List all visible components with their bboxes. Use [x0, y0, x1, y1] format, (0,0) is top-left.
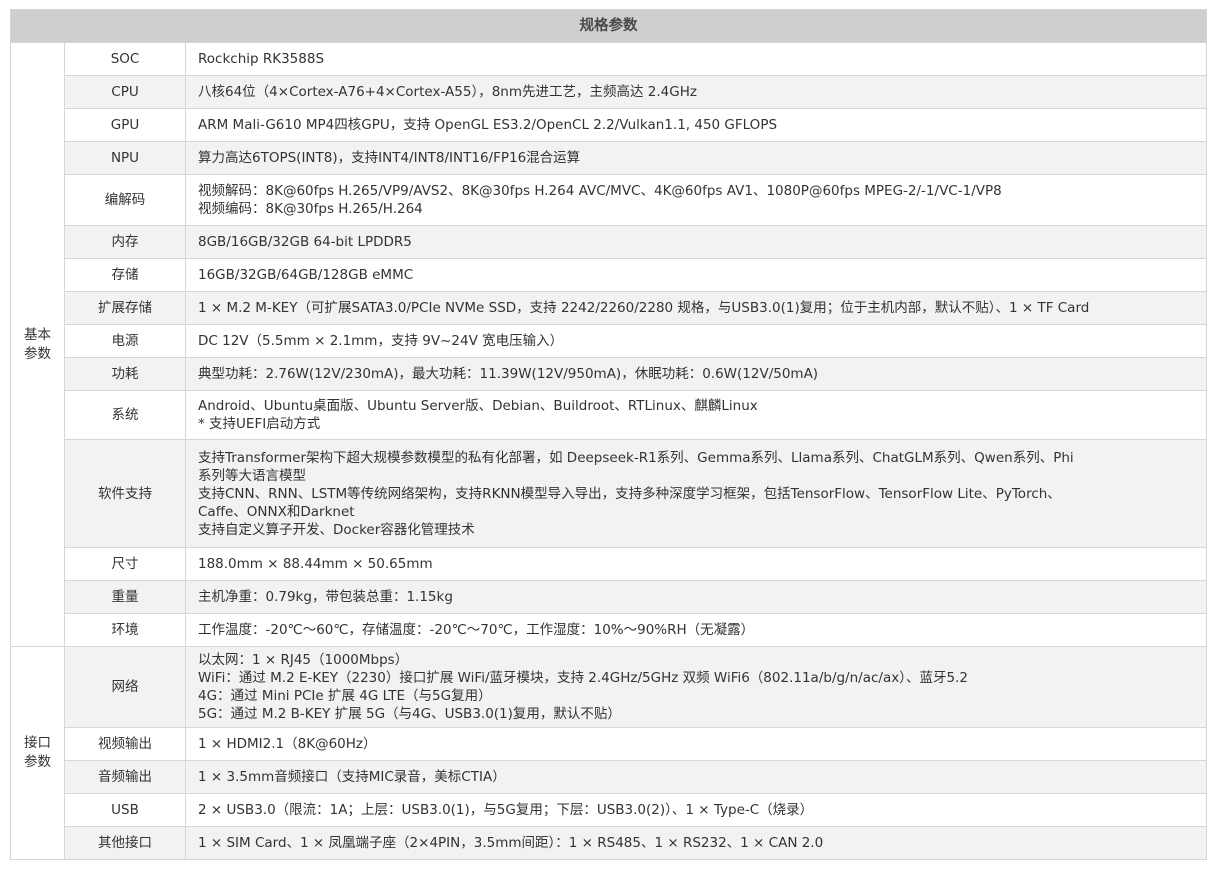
spec-row: 系统 Android、Ubuntu桌面版、Ubuntu Server版、Debia…: [11, 390, 1208, 440]
spec-row: 尺寸 188.0mm × 88.44mm × 50.65mm: [11, 547, 1208, 581]
spec-table: 规格参数 基本 参数 SOC Rockchip RK3588S CPU 八核64位（4×C…: [9, 9, 1208, 860]
spec-value-line: 主机净重：0.79kg，带包装总重：1.15kg: [198, 589, 453, 605]
spec-row: 内存 8GB/16GB/32GB 64-bit LPDDR5: [11, 225, 1208, 259]
spec-body: 基本 参数 SOC Rockchip RK3588S CPU 八核64位（4×Cortex…: [10, 42, 1208, 860]
spec-value: ARM Mali-G610 MP4四核GPU，支持 OpenGL ES3.2/O…: [184, 108, 1208, 142]
spec-value-line: 算力高达6TOPS(INT8)，支持INT4/INT8/INT16/FP16混合…: [198, 150, 581, 166]
spec-value: 典型功耗：2.76W(12V/230mA)，最大功耗：11.39W(12V/95…: [184, 357, 1208, 391]
spec-row: 视频输出 1 × HDMI2.1（8K@60Hz）: [11, 727, 1208, 761]
spec-label: SOC: [64, 42, 186, 76]
spec-label: USB: [64, 793, 186, 827]
spec-value-line: 1 × HDMI2.1（8K@60Hz）: [198, 736, 377, 752]
group-label: 接口 参数: [10, 646, 65, 860]
spec-value-line: 2 × USB3.0（限流：1A；上层：USB3.0(1)，与5G复用；下层：U…: [198, 802, 814, 818]
spec-value-line: DC 12V（5.5mm × 2.1mm，支持 9V~24V 宽电压输入）: [198, 333, 564, 349]
spec-value-line: Android、Ubuntu桌面版、Ubuntu Server版、Debian、…: [198, 398, 758, 414]
spec-value: 1 × HDMI2.1（8K@60Hz）: [184, 727, 1208, 761]
spec-row: 编解码 视频解码：8K@60fps H.265/VP9/AVS2、8K@30fps…: [11, 174, 1208, 226]
spec-value: 8GB/16GB/32GB 64-bit LPDDR5: [184, 225, 1208, 259]
spec-row: USB 2 × USB3.0（限流：1A；上层：USB3.0(1)，与5G复用；下…: [11, 793, 1208, 827]
spec-row: 功耗 典型功耗：2.76W(12V/230mA)，最大功耗：11.39W(12V/…: [11, 357, 1208, 391]
spec-label: 系统: [64, 390, 186, 440]
spec-label: 其他接口: [64, 826, 186, 860]
spec-row: 重量 主机净重：0.79kg，带包装总重：1.15kg: [11, 580, 1208, 614]
spec-value: 支持Transformer架构下超大规模参数模型的私有化部署，如 Deepsee…: [184, 439, 1208, 548]
spec-value-line: 系列等大语言模型: [198, 467, 306, 484]
spec-label: 内存: [64, 225, 186, 259]
spec-row: 扩展存储 1 × M.2 M-KEY（可扩展SATA3.0/PCIe NVMe S…: [11, 291, 1208, 325]
spec-value-line: Rockchip RK3588S: [198, 51, 325, 67]
spec-value-line: 八核64位（4×Cortex-A76+4×Cortex-A55），8nm先进工艺…: [198, 84, 697, 100]
spec-value-line: * 支持UEFI启动方式: [198, 416, 321, 432]
spec-value-line: ARM Mali-G610 MP4四核GPU，支持 OpenGL ES3.2/O…: [198, 117, 778, 133]
spec-value-line: 16GB/32GB/64GB/128GB eMMC: [198, 267, 414, 283]
spec-row: 基本 参数 SOC Rockchip RK3588S: [10, 42, 1208, 647]
spec-value: 1 × M.2 M-KEY（可扩展SATA3.0/PCIe NVMe SSD，支…: [184, 291, 1208, 325]
spec-value: 八核64位（4×Cortex-A76+4×Cortex-A55），8nm先进工艺…: [184, 75, 1208, 109]
spec-label: 扩展存储: [64, 291, 186, 325]
spec-row: 音频输出 1 × 3.5mm音频接口（支持MIC录音，美标CTIA）: [11, 760, 1208, 794]
spec-value-line: 支持CNN、RNN、LSTM等传统网络架构，支持RKNN模型导入导出，支持多种深…: [198, 485, 1061, 502]
title-row: 规格参数: [9, 9, 1208, 43]
spec-value-line: 以太网：1 × RJ45（1000Mbps）: [198, 652, 409, 668]
spec-row: 存储 16GB/32GB/64GB/128GB eMMC: [11, 258, 1208, 292]
spec-value-line: 支持自定义算子开发、Docker容器化管理技术: [198, 521, 475, 538]
spec-value: 算力高达6TOPS(INT8)，支持INT4/INT8/INT16/FP16混合…: [184, 141, 1208, 175]
spec-row: 其他接口 1 × SIM Card、1 × 凤凰端子座（2×4PIN，3.5mm间…: [11, 826, 1208, 860]
spec-label: 尺寸: [64, 547, 186, 581]
spec-value: 1 × SIM Card、1 × 凤凰端子座（2×4PIN，3.5mm间距）：1…: [184, 826, 1208, 860]
spec-value-line: 1 × 3.5mm音频接口（支持MIC录音，美标CTIA）: [198, 769, 506, 785]
spec-label: 视频输出: [64, 727, 186, 761]
group-label: 基本 参数: [10, 42, 65, 647]
spec-value: 188.0mm × 88.44mm × 50.65mm: [184, 547, 1208, 581]
spec-value: 以太网：1 × RJ45（1000Mbps） WiFi：通过 M.2 E-KEY（…: [184, 646, 1208, 728]
spec-row: NPU 算力高达6TOPS(INT8)，支持INT4/INT8/INT16/FP1…: [11, 141, 1208, 175]
spec-label: GPU: [64, 108, 186, 142]
spec-value-line: 5G：通过 M.2 B-KEY 扩展 5G（与4G、USB3.0(1)复用，默认…: [198, 706, 621, 722]
spec-value-line: 视频解码：8K@60fps H.265/VP9/AVS2、8K@30fps H.…: [198, 183, 1002, 199]
spec-label: 编解码: [64, 174, 186, 226]
spec-row: CPU 八核64位（4×Cortex-A76+4×Cortex-A55），8nm先…: [11, 75, 1208, 109]
spec-value: Android、Ubuntu桌面版、Ubuntu Server版、Debian、…: [184, 390, 1208, 440]
spec-value-line: Caffe、ONNX和Darknet: [198, 503, 355, 520]
spec-value-line: 支持Transformer架构下超大规模参数模型的私有化部署，如 Deepsee…: [198, 449, 1074, 466]
group-label-line: 接口: [24, 735, 51, 751]
spec-row: 软件支持 支持Transformer架构下超大规模参数模型的私有化部署，如 Dee…: [11, 439, 1208, 548]
spec-value: Rockchip RK3588S: [184, 42, 1208, 76]
group-label-line: 参数: [24, 754, 51, 770]
spec-value-line: 典型功耗：2.76W(12V/230mA)，最大功耗：11.39W(12V/95…: [198, 366, 819, 382]
spec-row: 电源 DC 12V（5.5mm × 2.1mm，支持 9V~24V 宽电压输入）: [11, 324, 1208, 358]
spec-value: 视频解码：8K@60fps H.265/VP9/AVS2、8K@30fps H.…: [184, 174, 1208, 226]
spec-value-line: 188.0mm × 88.44mm × 50.65mm: [198, 556, 433, 572]
spec-value-line: 工作温度：-20℃～60℃，存储温度：-20℃～70℃，工作湿度：10%～90%…: [198, 622, 755, 638]
spec-label: 重量: [64, 580, 186, 614]
spec-value-line: 4G：通过 Mini PCIe 扩展 4G LTE（与5G复用）: [198, 688, 492, 704]
spec-label: 功耗: [64, 357, 186, 391]
spec-value: 2 × USB3.0（限流：1A；上层：USB3.0(1)，与5G复用；下层：U…: [184, 793, 1208, 827]
spec-label: 软件支持: [64, 439, 186, 548]
spec-label: 环境: [64, 613, 186, 647]
group-label-line: 参数: [24, 345, 51, 362]
spec-label: CPU: [64, 75, 186, 109]
group-label-line: 基本: [24, 326, 51, 343]
spec-value: 工作温度：-20℃～60℃，存储温度：-20℃～70℃，工作湿度：10%～90%…: [184, 613, 1208, 647]
spec-value-line: 8GB/16GB/32GB 64-bit LPDDR5: [198, 234, 412, 250]
spec-value: DC 12V（5.5mm × 2.1mm，支持 9V~24V 宽电压输入）: [184, 324, 1208, 358]
spec-value-line: 视频编码：8K@30fps H.265/H.264: [198, 201, 423, 217]
spec-row: 接口 参数 网络 以太网：1 × RJ45（1000Mbps） WiFi：通过 M.2 …: [10, 646, 1208, 860]
spec-label: 音频输出: [64, 760, 186, 794]
table-title: 规格参数: [9, 9, 1208, 43]
spec-value-line: 1 × M.2 M-KEY（可扩展SATA3.0/PCIe NVMe SSD，支…: [198, 300, 1090, 316]
spec-label: 网络: [64, 646, 186, 728]
spec-row: 环境 工作温度：-20℃～60℃，存储温度：-20℃～70℃，工作湿度：10%～9…: [11, 613, 1208, 647]
spec-label: 存储: [64, 258, 186, 292]
spec-value: 1 × 3.5mm音频接口（支持MIC录音，美标CTIA）: [184, 760, 1208, 794]
spec-value: 主机净重：0.79kg，带包装总重：1.15kg: [184, 580, 1208, 614]
spec-label: NPU: [64, 141, 186, 175]
spec-value-line: 1 × SIM Card、1 × 凤凰端子座（2×4PIN，3.5mm间距）：1…: [198, 835, 824, 851]
spec-value-line: WiFi：通过 M.2 E-KEY（2230）接口扩展 WiFi/蓝牙模块，支持…: [198, 670, 968, 686]
spec-label: 电源: [64, 324, 186, 358]
spec-value: 16GB/32GB/64GB/128GB eMMC: [184, 258, 1208, 292]
spec-row: GPU ARM Mali-G610 MP4四核GPU，支持 OpenGL ES3.…: [11, 108, 1208, 142]
